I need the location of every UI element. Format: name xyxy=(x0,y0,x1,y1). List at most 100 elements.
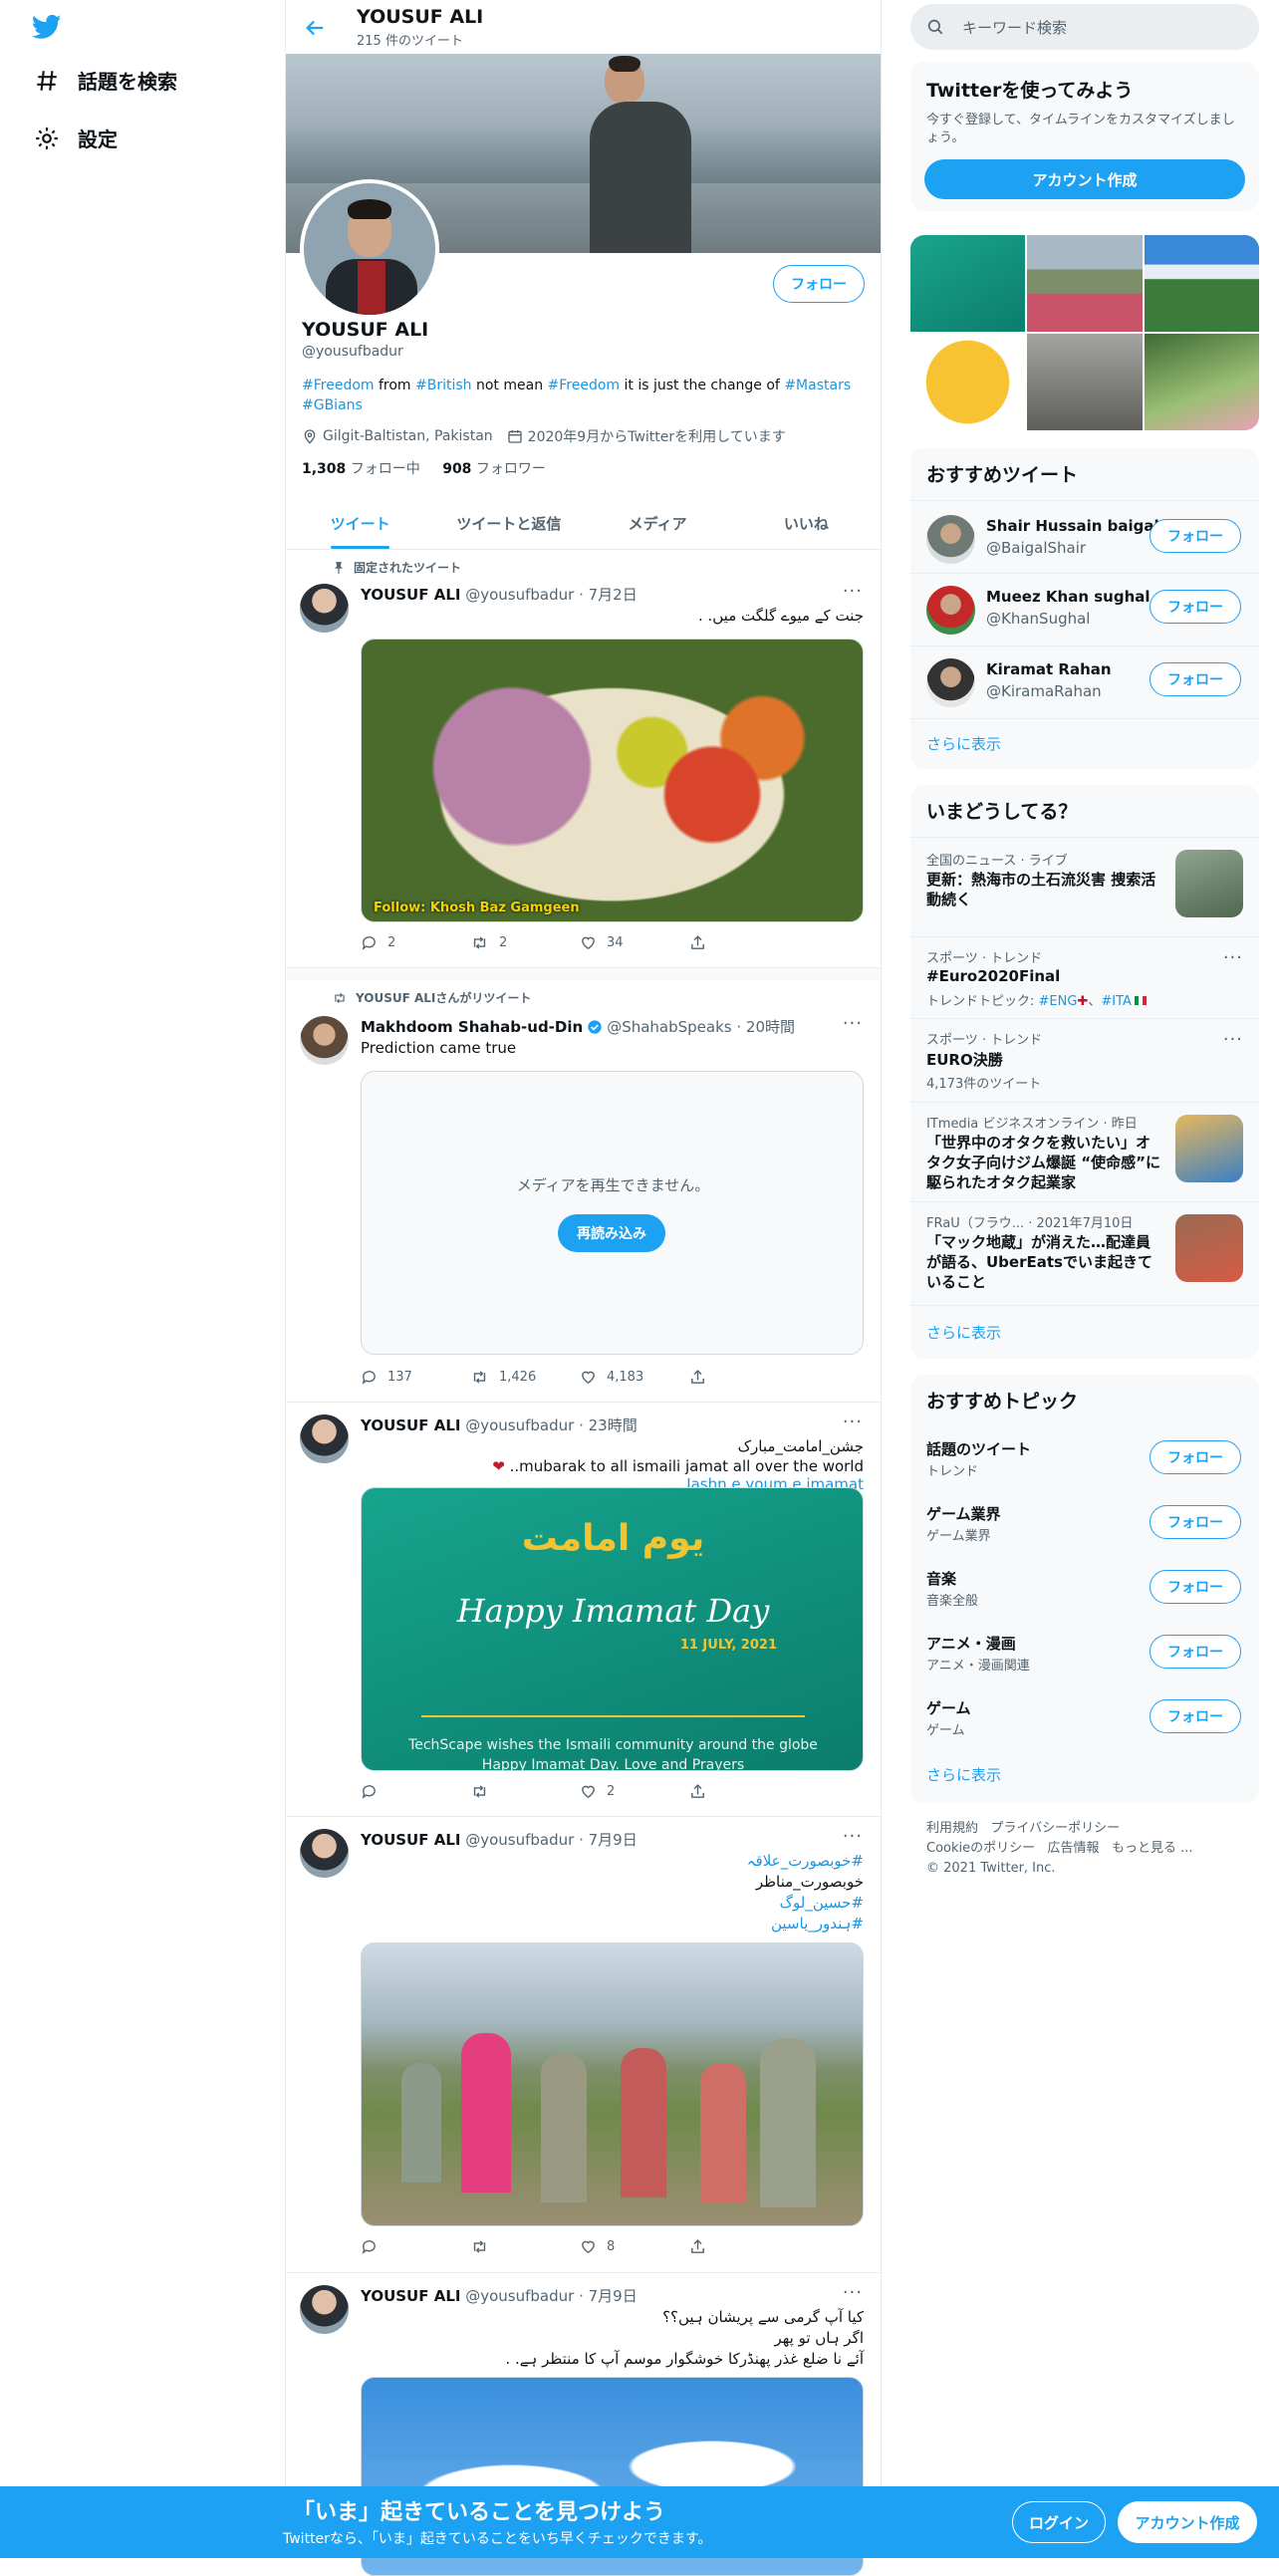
reply-button[interactable]: 137 xyxy=(361,1369,470,1386)
nav-settings[interactable]: 設定 xyxy=(34,124,118,152)
follow-button[interactable]: フォロー xyxy=(1150,590,1241,624)
retweet-label[interactable]: YOUSUF ALIさんがリツイート xyxy=(356,989,531,1006)
trend-thumbnail[interactable] xyxy=(1175,1214,1243,1282)
avatar[interactable] xyxy=(300,1415,349,1463)
avatar[interactable] xyxy=(926,586,975,635)
tweet[interactable]: YOUSUF ALI @yousufbadur · 7月9日 ··· #خوبص… xyxy=(286,1817,881,2273)
like-button[interactable]: 4,183 xyxy=(580,1369,689,1386)
trend-thumbnail[interactable] xyxy=(1175,850,1243,917)
footer-terms[interactable]: 利用規約 xyxy=(926,1821,978,1836)
tweet-hashtag[interactable]: #ہندور_یاسین xyxy=(361,1914,864,1934)
trend-thumbnail[interactable] xyxy=(1175,1115,1243,1182)
author-name[interactable]: YOUSUF ALI xyxy=(361,1417,460,1434)
topic-row[interactable]: 音楽 音楽全般 フォロー xyxy=(910,1556,1259,1621)
trend-item[interactable]: 全国のニュース · ライブ 更新：熱海市の土石流災害 捜索活動続く xyxy=(910,837,1259,936)
bio-hashtag[interactable]: #Mastars xyxy=(784,378,851,393)
user-row[interactable]: Mueez Khan sughal @KhanSughal フォロー xyxy=(910,573,1259,645)
share-button[interactable] xyxy=(689,1369,799,1386)
follow-button[interactable]: フォロー xyxy=(1150,519,1241,553)
tweet-time[interactable]: 7月2日 xyxy=(589,586,638,604)
share-button[interactable] xyxy=(689,2238,799,2255)
nav-explore[interactable]: 話題を検索 xyxy=(34,66,177,95)
login-button[interactable]: ログイン xyxy=(1012,2501,1106,2543)
more-icon[interactable]: ··· xyxy=(843,2282,863,2303)
followers-link[interactable]: 908 フォロワー xyxy=(442,461,546,477)
search-box[interactable]: キーワード検索 xyxy=(910,4,1259,50)
media-thumb[interactable] xyxy=(910,235,1026,332)
follow-button[interactable]: フォロー xyxy=(1150,1635,1241,1669)
back-arrow-icon[interactable] xyxy=(304,17,326,39)
author-name[interactable]: YOUSUF ALI xyxy=(361,1831,460,1849)
trend-topic-link[interactable]: #ENG xyxy=(1039,994,1078,1009)
author-name[interactable]: YOUSUF ALI xyxy=(361,2287,460,2305)
avatar[interactable] xyxy=(300,1829,349,1878)
bio-hashtag[interactable]: #Freedom xyxy=(302,378,375,393)
bio-hashtag[interactable]: #GBians xyxy=(302,397,363,413)
more-icon[interactable]: ··· xyxy=(843,581,863,602)
follow-button[interactable]: フォロー xyxy=(1150,1440,1241,1474)
like-button[interactable]: 2 xyxy=(580,1783,689,1800)
topic-row[interactable]: ゲーム ゲーム フォロー xyxy=(910,1685,1259,1750)
footer-more[interactable]: もっと見る ... xyxy=(1112,1841,1193,1856)
tweet-time[interactable]: 20時間 xyxy=(746,1016,795,1037)
signup-button[interactable]: アカウント作成 xyxy=(1118,2501,1257,2543)
tweet-hashtag[interactable]: #خوبصورت_علاقہ xyxy=(361,1851,864,1872)
trend-item[interactable]: FRaU（フラウ... · 2021年7月10日 「マック地蔵」が消えた…配達員… xyxy=(910,1201,1259,1305)
more-icon[interactable]: ··· xyxy=(1223,1029,1243,1050)
trend-item[interactable]: スポーツ · トレンド #Euro2020Final トレンドトピック: #EN… xyxy=(910,936,1259,1018)
reply-button[interactable] xyxy=(361,2238,470,2255)
reply-button[interactable]: 2 xyxy=(361,934,470,951)
avatar[interactable] xyxy=(926,515,975,564)
avatar[interactable] xyxy=(300,2285,349,2334)
media-thumb[interactable] xyxy=(1027,235,1143,332)
share-button[interactable] xyxy=(689,934,799,951)
bio-hashtag[interactable]: #Freedom xyxy=(548,378,621,393)
topic-row[interactable]: ゲーム業界 ゲーム業界 フォロー xyxy=(910,1491,1259,1556)
like-button[interactable]: 8 xyxy=(580,2238,689,2255)
avatar[interactable] xyxy=(300,1016,349,1065)
trend-item[interactable]: ITmedia ビジネスオンライン · 昨日 「世界中のオタクを救いたい」オタク… xyxy=(910,1102,1259,1201)
tweet-hashtag[interactable]: #حسین_لوگ xyxy=(361,1893,864,1914)
search-input[interactable]: キーワード検索 xyxy=(962,17,1067,38)
tweet-time[interactable]: 23時間 xyxy=(589,1417,638,1434)
follow-button[interactable]: フォロー xyxy=(1150,1570,1241,1604)
avatar[interactable] xyxy=(300,584,349,633)
tab-likes[interactable]: いいね xyxy=(732,498,881,549)
topic-row[interactable]: 話題のツイート トレンド フォロー xyxy=(910,1426,1259,1491)
tab-tweets-replies[interactable]: ツイートと返信 xyxy=(434,498,583,549)
retweet-button[interactable]: 1,426 xyxy=(470,1369,580,1386)
more-icon[interactable]: ··· xyxy=(843,1013,863,1034)
more-icon[interactable]: ··· xyxy=(1223,947,1243,968)
footer-privacy[interactable]: プライバシーポリシー xyxy=(990,1821,1120,1836)
media-thumb[interactable] xyxy=(1144,235,1259,332)
video-player[interactable]: メディアを再生できません。 再読み込み xyxy=(361,1071,864,1355)
user-row[interactable]: Shair Hussain baigal @BaigalShair フォロー xyxy=(910,500,1259,573)
author-name[interactable]: YOUSUF ALI xyxy=(361,586,460,604)
footer-cookie[interactable]: Cookieのポリシー xyxy=(926,1841,1035,1856)
twitter-logo-icon[interactable] xyxy=(30,12,64,42)
follow-button[interactable]: フォロー xyxy=(1150,1699,1241,1733)
media-thumb[interactable] xyxy=(1027,334,1143,430)
tweet-time[interactable]: 7月9日 xyxy=(589,1831,638,1849)
bio-hashtag[interactable]: #British xyxy=(415,378,472,393)
topics-show-more[interactable]: さらに表示 xyxy=(910,1750,1259,1803)
author-name[interactable]: Makhdoom Shahab-ud-Din xyxy=(361,1018,583,1036)
tweet-time[interactable]: 7月9日 xyxy=(589,2287,638,2305)
media-thumb[interactable] xyxy=(1144,334,1259,430)
trend-topic-link[interactable]: #ITA xyxy=(1101,994,1132,1009)
retweet-button[interactable] xyxy=(470,2238,580,2255)
reload-button[interactable]: 再読み込み xyxy=(558,1214,665,1252)
follow-button[interactable]: フォロー xyxy=(1150,662,1241,696)
topic-row[interactable]: アニメ・漫画 アニメ・漫画関連 フォロー xyxy=(910,1621,1259,1685)
more-icon[interactable]: ··· xyxy=(843,1412,863,1432)
more-icon[interactable]: ··· xyxy=(843,1826,863,1847)
trends-show-more[interactable]: さらに表示 xyxy=(910,1305,1259,1359)
media-thumb[interactable] xyxy=(910,334,1026,430)
retweet-button[interactable]: 2 xyxy=(470,934,580,951)
trend-item[interactable]: スポーツ · トレンド EURO決勝 4,173件のツイート ··· xyxy=(910,1018,1259,1102)
share-button[interactable] xyxy=(689,1783,799,1800)
following-link[interactable]: 1,308 フォロー中 xyxy=(302,461,420,477)
tweet[interactable]: 固定されたツイート YOUSUF ALI @yousufbadur · 7月2日… xyxy=(286,550,881,968)
create-account-button[interactable]: アカウント作成 xyxy=(924,159,1245,199)
tab-media[interactable]: メディア xyxy=(584,498,732,549)
